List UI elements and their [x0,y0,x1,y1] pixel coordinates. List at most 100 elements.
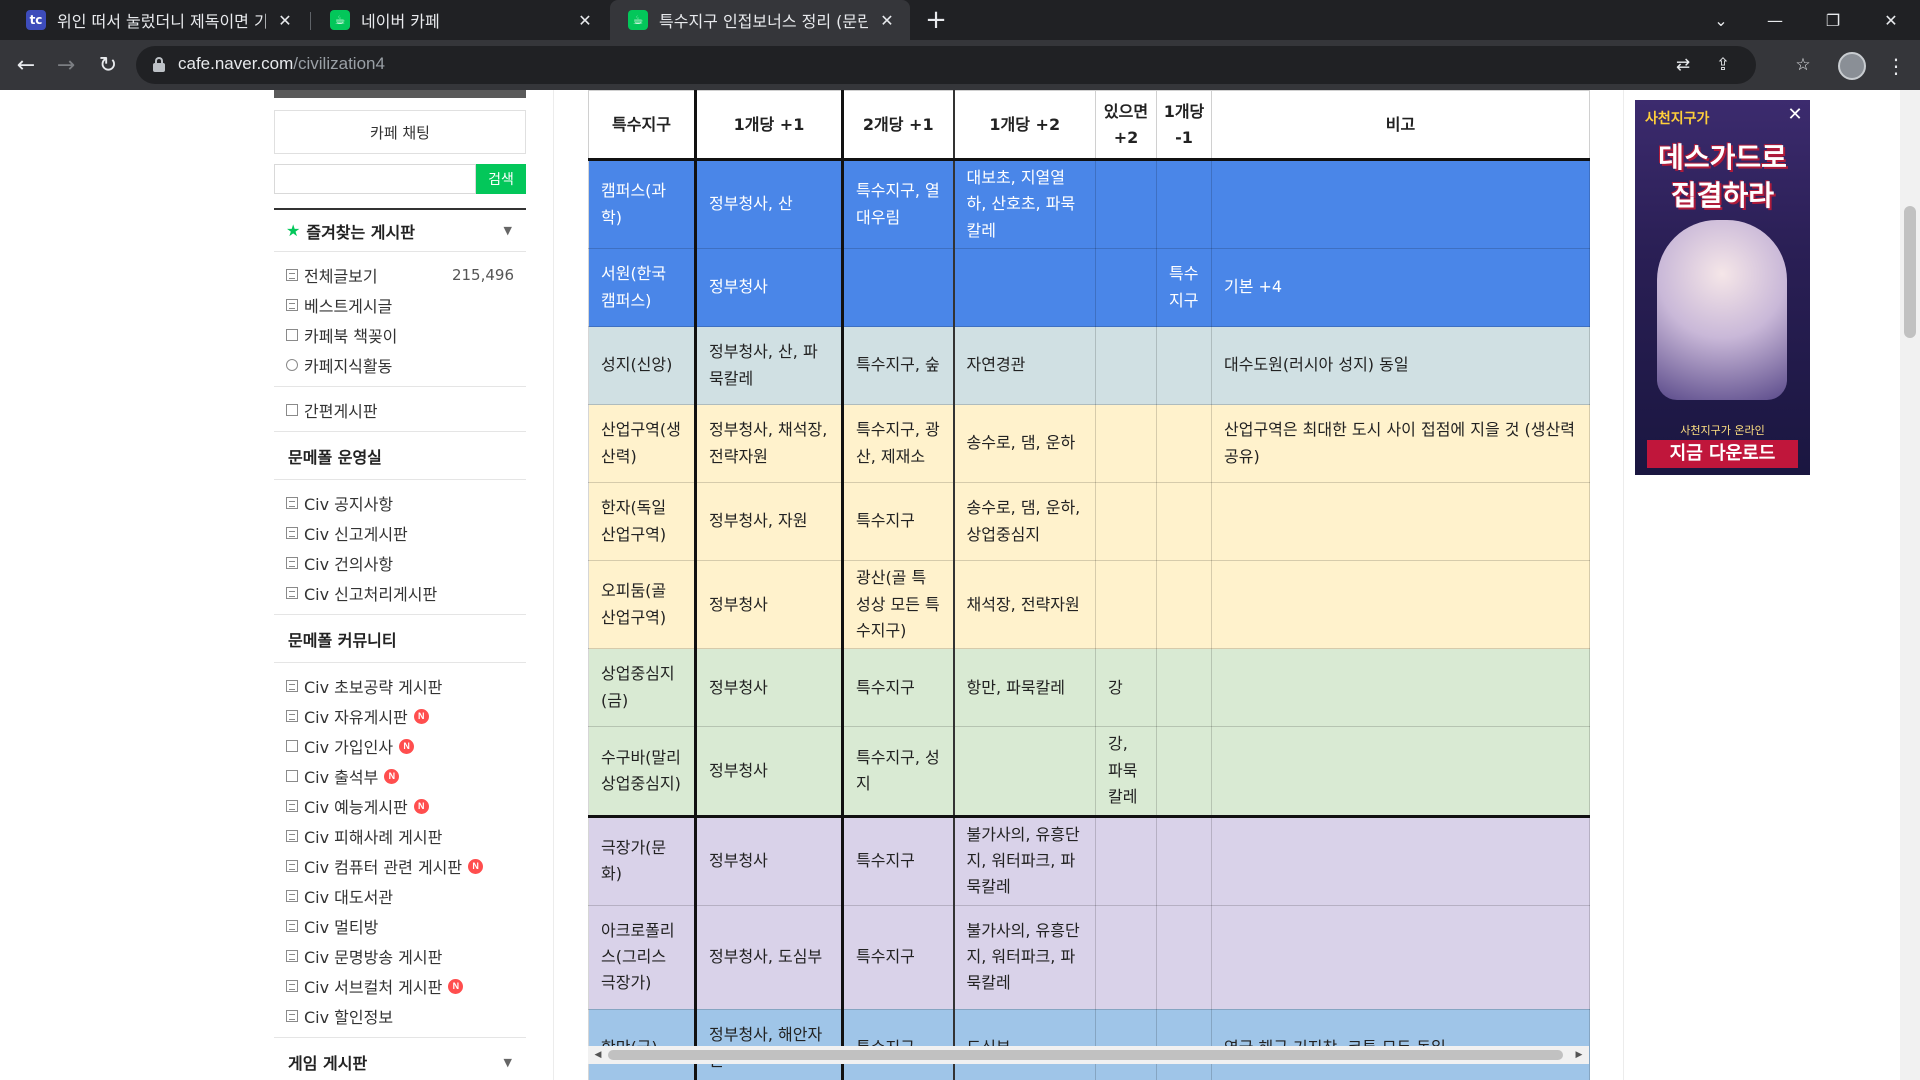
sidebar-item-attendance[interactable]: Civ 출석부 N [274,761,526,791]
sidebar-item-all-posts[interactable]: 전체글보기 215,496 [274,260,526,290]
table-cell [1156,726,1212,817]
scrollbar-thumb[interactable] [1904,206,1916,338]
section-title-game[interactable]: 게임 게시판 ▼ [274,1038,526,1080]
table-cell: 수구바(말리 상업중심지) [588,726,697,817]
tab-close-icon[interactable]: ✕ [574,9,596,31]
sidebar-item-knowledge[interactable]: 카페지식활동 [274,350,526,380]
sidebar-item-damage[interactable]: Civ 피해사례 게시판 [274,821,526,851]
sidebar-item-entertainment[interactable]: Civ 예능게시판 N [274,791,526,821]
sidebar-item-beginner[interactable]: Civ 초보공략 게시판 [274,671,526,701]
window-close-icon[interactable]: ✕ [1864,0,1918,40]
sidebar-item-computer[interactable]: Civ 컴퓨터 관련 게시판 N [274,851,526,881]
ad-download-button[interactable]: 지금 다운로드 [1647,440,1798,468]
post-count: 215,496 [451,266,514,284]
section-title-label: 게임 게시판 [288,1054,368,1073]
sidebar-item-multi[interactable]: Civ 멀티방 [274,911,526,941]
sidebar-item-notice[interactable]: Civ 공지사항 [274,488,526,518]
ad-close-icon[interactable]: ✕ [1785,104,1805,125]
tab-close-icon[interactable]: ✕ [876,9,898,31]
tab-search-icon[interactable]: ⌄ [1694,0,1748,40]
back-icon[interactable]: ← [10,49,42,81]
ad-character-image [1657,220,1787,400]
sidebar-item-label: Civ 서브컬처 게시판 [304,978,443,997]
menu-icon[interactable]: ⋮ [1884,52,1908,80]
reload-icon[interactable]: ↻ [92,49,124,81]
table-cell: 영국 해군 기지창, 코톤 모두 동일 [1211,1008,1590,1080]
scroll-right-icon[interactable]: ▶ [1572,1048,1586,1062]
table-row: 수구바(말리 상업중심지) 정부청사 특수지구, 성지 강, 파묵칼레 [588,726,1590,817]
cafe-chat-button[interactable]: 카페 채팅 [274,110,526,154]
tab-2[interactable]: ☕ 네이버 카페 ✕ [312,0,608,40]
tab-3-active[interactable]: ☕ 특수지구 인접보너스 정리 (문린 ✕ [610,0,910,40]
table-cell [1156,1008,1212,1080]
board-icon [286,950,298,962]
favorites-header[interactable]: ★ 즐겨찾는 게시판 ▼ [274,208,526,252]
sidebar-item-label: Civ 건의사항 [304,555,394,574]
column-header: 1개당 +1 [695,90,844,161]
minimize-icon[interactable]: — [1748,0,1802,40]
new-tab-icon[interactable]: + [922,5,950,35]
sidebar-item-broadcast[interactable]: Civ 문명방송 게시판 [274,941,526,971]
scrollbar-thumb[interactable] [608,1050,1563,1060]
table-cell: 아크로폴리스(그리스 극장가) [588,904,697,1010]
ad-banner[interactable]: 사천지구가 데스가드로 집결하라 사천지구가 온라인 지금 다운로드 ✕ [1635,100,1810,475]
sidebar-item-greeting[interactable]: Civ 가입인사 N [274,731,526,761]
table-row: 항만(금) 정부청사, 해안자원 특수지구 도심부 영국 해군 기지창, 코톤 … [588,1008,1590,1080]
bookmark-star-icon[interactable]: ☆ [1790,52,1816,78]
board-icon [286,860,298,872]
cafe-search-input[interactable] [274,164,476,194]
address-bar[interactable]: cafe.naver.com/civilization4 ⇪ ⇄ [136,46,1756,84]
translate-icon[interactable]: ⇄ [1670,52,1696,78]
cafe-search: 검색 [274,164,526,194]
profile-avatar[interactable] [1838,52,1866,80]
board-icon [286,680,298,692]
forward-icon[interactable]: → [50,49,82,81]
table-cell: 정부청사, 산 [695,158,844,250]
share-icon[interactable]: ⇪ [1710,52,1736,78]
column-header: 2개당 +1 [842,90,955,161]
table-cell [1095,248,1157,328]
maximize-icon[interactable]: ❐ [1806,0,1860,40]
table-horizontal-scrollbar[interactable]: ◀ ▶ [588,1046,1589,1064]
sidebar-item-suggest[interactable]: Civ 건의사항 [274,548,526,578]
ad-logo: 사천지구가 [1645,111,1710,127]
section-title-community[interactable]: 문메폴 커뮤니티 [274,615,526,663]
section-title-admin[interactable]: 문메폴 운영실 [274,432,526,480]
tab-title: 네이버 카페 [361,12,440,31]
sidebar-item-subculture[interactable]: Civ 서브컬처 게시판 N [274,971,526,1001]
sidebar-item-best[interactable]: 베스트게시글 [274,290,526,320]
table-cell [1156,904,1212,1010]
lock-icon[interactable] [152,57,166,73]
sidebar-item-label: Civ 컴퓨터 관련 게시판 [304,858,463,877]
table-cell: 정부청사, 채석장, 전략자원 [695,404,844,484]
sidebar-item-cafebook[interactable]: 카페북 책꽂이 [274,320,526,350]
sidebar-item-report[interactable]: Civ 신고게시판 [274,518,526,548]
sidebar-item-label: Civ 피해사례 게시판 [304,828,443,847]
table-cell: 서원(한국 캠퍼스) [588,248,697,328]
sidebar-item-library[interactable]: Civ 대도서관 [274,881,526,911]
column-header: 특수지구 [588,90,697,161]
sidebar-item-report-done[interactable]: Civ 신고처리게시판 [274,578,526,608]
sidebar-item-free[interactable]: Civ 자유게시판 N [274,701,526,731]
table-cell: 불가사의, 유흥단지, 워터파크, 파묵칼레 [953,904,1096,1010]
table-cell: 불가사의, 유흥단지, 워터파크, 파묵칼레 [953,814,1096,906]
scroll-left-icon[interactable]: ◀ [591,1048,605,1062]
chevron-down-icon[interactable]: ▼ [504,1056,512,1069]
table-cell [842,248,955,328]
sidebar-item-discount[interactable]: Civ 할인정보 [274,1001,526,1031]
board-icon [286,740,298,752]
tab-1[interactable]: tc 위인 떠서 눌렀더니 제독이면 기 ✕ [8,0,308,40]
table-row: 오피둠(골 산업구역) 정부청사 광산(골 특성상 모든 특수지구) 채석장, … [588,560,1590,650]
table-cell [1095,904,1157,1010]
cafe-search-button[interactable]: 검색 [476,164,526,194]
table-cell: 정부청사, 자원 [695,482,844,562]
star-icon: ★ [286,221,301,240]
table-cell [1156,814,1212,906]
tab-close-icon[interactable]: ✕ [274,9,296,31]
sidebar-item-simple-board[interactable]: 간편게시판 [274,395,526,425]
table-cell [1156,158,1212,250]
page-vertical-scrollbar[interactable] [1900,90,1920,1080]
checkbox-board-icon [286,770,298,782]
url-text[interactable]: cafe.naver.com/civilization4 [178,54,385,74]
chevron-down-icon[interactable]: ▼ [504,224,512,237]
